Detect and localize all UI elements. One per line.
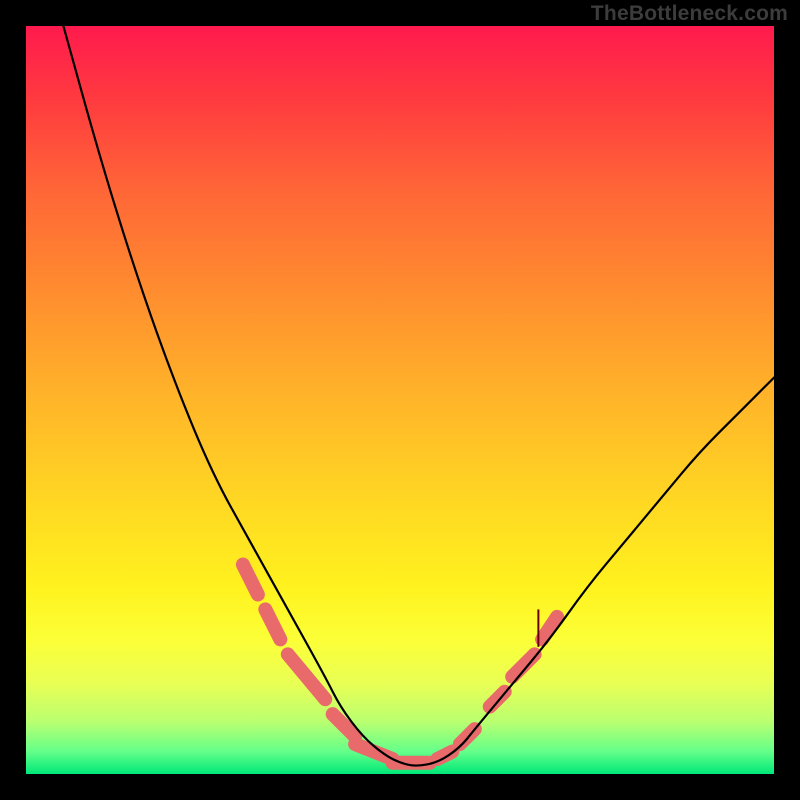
bottleneck-curve	[63, 26, 774, 766]
marked-segment	[288, 654, 325, 699]
marked-segment	[333, 714, 355, 736]
chart-overlay-svg	[26, 26, 774, 774]
marked-segment	[490, 692, 505, 707]
marked-segment	[512, 654, 534, 676]
chart-plot-area	[26, 26, 774, 774]
marked-segment	[243, 565, 258, 595]
marked-segment	[265, 609, 280, 639]
marked-points-group	[243, 565, 557, 763]
watermark-text: TheBottleneck.com	[591, 2, 788, 26]
marked-segment	[542, 617, 557, 639]
chart-frame: TheBottleneck.com	[0, 0, 800, 800]
